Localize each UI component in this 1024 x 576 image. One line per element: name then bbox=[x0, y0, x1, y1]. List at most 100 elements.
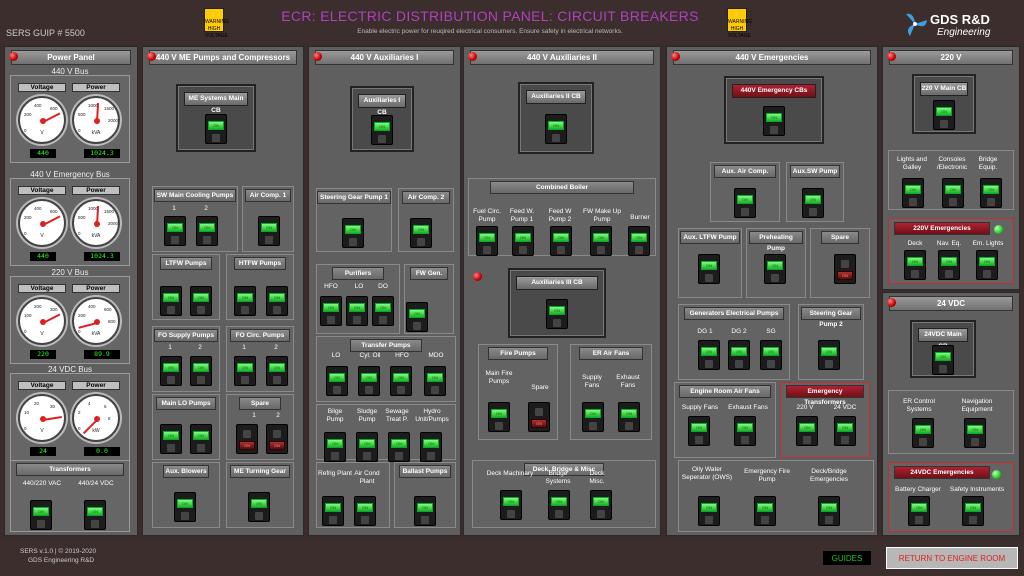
circuit-breaker-switch[interactable]: ON bbox=[818, 340, 840, 370]
circuit-breaker-switch[interactable]: ON bbox=[964, 418, 986, 448]
circuit-breaker-switch[interactable]: ON bbox=[764, 254, 786, 284]
circuit-breaker-switch[interactable]: ON bbox=[160, 286, 182, 316]
circuit-breaker-switch[interactable]: ON bbox=[980, 178, 1002, 208]
circuit-breaker-switch[interactable]: ON bbox=[932, 345, 954, 375]
circuit-breaker-switch[interactable]: ON bbox=[582, 402, 604, 432]
circuit-breaker-switch[interactable]: ON bbox=[734, 416, 756, 446]
circuit-breaker-switch[interactable]: ON bbox=[698, 496, 720, 526]
company-text: GDS Engineering R&D bbox=[28, 557, 95, 564]
circuit-breaker-switch[interactable]: ON bbox=[388, 432, 410, 462]
circuit-breaker-switch[interactable]: ON bbox=[796, 416, 818, 446]
circuit-breaker-switch[interactable]: ON bbox=[550, 226, 572, 256]
breaker-label: Burner bbox=[630, 214, 650, 221]
circuit-breaker-switch[interactable]: ON bbox=[698, 340, 720, 370]
breaker-label: Supply Fans bbox=[582, 374, 602, 389]
circuit-breaker-switch[interactable]: ON bbox=[160, 424, 182, 454]
circuit-breaker-switch[interactable]: ON bbox=[266, 356, 288, 386]
circuit-breaker-switch[interactable]: ON bbox=[834, 254, 856, 284]
circuit-breaker-switch[interactable]: ON bbox=[266, 286, 288, 316]
circuit-breaker-switch[interactable]: ON bbox=[205, 114, 227, 144]
circuit-breaker-switch[interactable]: ON bbox=[342, 218, 364, 248]
circuit-breaker-switch[interactable]: ON bbox=[414, 496, 436, 526]
circuit-breaker-switch[interactable]: ON bbox=[512, 226, 534, 256]
circuit-breaker-switch[interactable]: ON bbox=[266, 424, 288, 454]
circuit-breaker-switch[interactable]: ON bbox=[904, 250, 926, 280]
circuit-breaker-switch[interactable]: ON bbox=[174, 492, 196, 522]
circuit-breaker-switch[interactable]: ON bbox=[258, 216, 280, 246]
circuit-breaker-switch[interactable]: ON bbox=[390, 366, 412, 396]
circuit-breaker-switch[interactable]: ON bbox=[160, 356, 182, 386]
group-title: Steering Gear Pump 2 bbox=[801, 307, 861, 328]
circuit-breaker-switch[interactable]: ON bbox=[628, 226, 650, 256]
circuit-breaker-switch[interactable]: ON bbox=[908, 496, 930, 526]
circuit-breaker-switch[interactable]: ON bbox=[754, 496, 776, 526]
circuit-breaker-switch[interactable]: ON bbox=[546, 299, 568, 329]
circuit-breaker-switch[interactable]: ON bbox=[488, 402, 510, 432]
circuit-breaker-switch[interactable]: ON bbox=[324, 432, 346, 462]
bus-title: 220 V Bus bbox=[51, 268, 89, 277]
circuit-breaker-switch[interactable]: ON bbox=[164, 216, 186, 246]
logo-title: GDS R&D bbox=[930, 12, 990, 27]
circuit-breaker-switch[interactable]: ON bbox=[545, 114, 567, 144]
circuit-breaker-switch[interactable]: ON bbox=[548, 490, 570, 520]
circuit-breaker-switch[interactable]: ON bbox=[698, 254, 720, 284]
breaker-label: Deck Machinary bbox=[486, 470, 534, 477]
power-gauge: 0 2 4 6 8 kW bbox=[72, 394, 120, 442]
circuit-breaker-switch[interactable]: ON bbox=[248, 492, 270, 522]
circuit-breaker-switch[interactable]: ON bbox=[410, 218, 432, 248]
circuit-breaker-switch[interactable]: ON bbox=[354, 496, 376, 526]
circuit-breaker-switch[interactable]: ON bbox=[322, 496, 344, 526]
voltage-gauge: 0 100 200 300 V bbox=[18, 297, 66, 345]
circuit-breaker-switch[interactable]: ON bbox=[912, 418, 934, 448]
circuit-breaker-switch[interactable]: ON bbox=[688, 416, 710, 446]
guip-number: SERS GUIP # 5500 bbox=[6, 28, 85, 38]
circuit-breaker-switch[interactable]: ON bbox=[234, 286, 256, 316]
return-to-engine-room-button[interactable]: RETURN TO ENGINE ROOM bbox=[886, 547, 1018, 569]
circuit-breaker-switch[interactable]: ON bbox=[406, 302, 428, 332]
circuit-breaker-switch[interactable]: ON bbox=[590, 490, 612, 520]
circuit-breaker-switch[interactable]: ON bbox=[84, 500, 106, 530]
group-title: Fire Pumps bbox=[488, 347, 548, 360]
circuit-breaker-switch[interactable]: ON bbox=[618, 402, 640, 432]
circuit-breaker-switch[interactable]: ON bbox=[500, 490, 522, 520]
circuit-breaker-switch[interactable]: ON bbox=[728, 340, 750, 370]
circuit-breaker-switch[interactable]: ON bbox=[818, 496, 840, 526]
circuit-breaker-switch[interactable]: ON bbox=[933, 100, 955, 130]
group-title: ER Air Fans bbox=[579, 347, 643, 360]
circuit-breaker-switch[interactable]: ON bbox=[590, 226, 612, 256]
circuit-breaker-switch[interactable]: ON bbox=[962, 496, 984, 526]
circuit-breaker-switch[interactable]: ON bbox=[834, 416, 856, 446]
guides-button[interactable]: GUIDES bbox=[822, 550, 872, 566]
breaker-label: Exhaust Fans bbox=[616, 374, 640, 389]
group-title: Air Comp. 2 bbox=[402, 191, 450, 204]
circuit-breaker-switch[interactable]: ON bbox=[528, 402, 550, 432]
circuit-breaker-switch[interactable]: ON bbox=[30, 500, 52, 530]
circuit-breaker-switch[interactable]: ON bbox=[196, 216, 218, 246]
circuit-breaker-switch[interactable]: ON bbox=[190, 356, 212, 386]
circuit-breaker-switch[interactable]: ON bbox=[424, 366, 446, 396]
main-cb-title: Auxiliaries II CB bbox=[526, 90, 586, 104]
circuit-breaker-switch[interactable]: ON bbox=[802, 188, 824, 218]
group-title: LTFW Pumps bbox=[160, 257, 212, 270]
circuit-breaker-switch[interactable]: ON bbox=[236, 424, 258, 454]
circuit-breaker-switch[interactable]: ON bbox=[734, 188, 756, 218]
power-label: Power bbox=[72, 381, 120, 390]
circuit-breaker-switch[interactable]: ON bbox=[902, 178, 924, 208]
circuit-breaker-switch[interactable]: ON bbox=[372, 296, 394, 326]
circuit-breaker-switch[interactable]: ON bbox=[420, 432, 442, 462]
circuit-breaker-switch[interactable]: ON bbox=[190, 286, 212, 316]
circuit-breaker-switch[interactable]: ON bbox=[371, 115, 393, 145]
circuit-breaker-switch[interactable]: ON bbox=[763, 106, 785, 136]
circuit-breaker-switch[interactable]: ON bbox=[320, 296, 342, 326]
circuit-breaker-switch[interactable]: ON bbox=[938, 250, 960, 280]
circuit-breaker-switch[interactable]: ON bbox=[326, 366, 348, 396]
circuit-breaker-switch[interactable]: ON bbox=[476, 226, 498, 256]
circuit-breaker-switch[interactable]: ON bbox=[942, 178, 964, 208]
circuit-breaker-switch[interactable]: ON bbox=[356, 432, 378, 462]
circuit-breaker-switch[interactable]: ON bbox=[190, 424, 212, 454]
circuit-breaker-switch[interactable]: ON bbox=[760, 340, 782, 370]
circuit-breaker-switch[interactable]: ON bbox=[358, 366, 380, 396]
circuit-breaker-switch[interactable]: ON bbox=[346, 296, 368, 326]
circuit-breaker-switch[interactable]: ON bbox=[976, 250, 998, 280]
circuit-breaker-switch[interactable]: ON bbox=[234, 356, 256, 386]
